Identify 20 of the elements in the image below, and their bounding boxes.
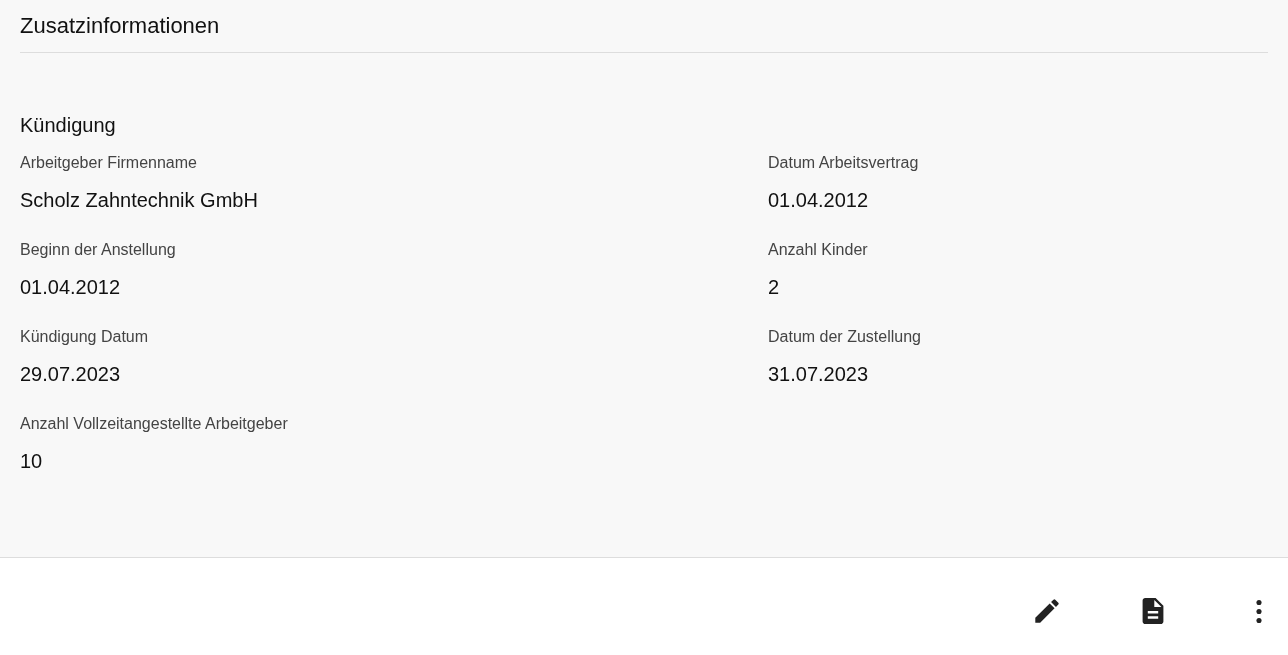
field-label: Kündigung Datum bbox=[20, 327, 150, 348]
field-value: 10 bbox=[20, 449, 44, 474]
field-label: Beginn der Anstellung bbox=[20, 240, 177, 261]
document-icon bbox=[1140, 598, 1166, 624]
field-value: 01.04.2012 bbox=[768, 188, 870, 213]
field-label: Datum der Zustellung bbox=[768, 327, 922, 348]
field-value: 29.07.2023 bbox=[20, 362, 122, 387]
section-heading: Kündigung bbox=[20, 113, 117, 138]
edit-button[interactable] bbox=[1032, 596, 1062, 626]
field-label: Anzahl Vollzeitangestellte Arbeitgeber bbox=[20, 414, 289, 435]
field-value: 31.07.2023 bbox=[768, 362, 870, 387]
field-label: Datum Arbeitsvertrag bbox=[768, 153, 920, 174]
field-value: 2 bbox=[768, 275, 781, 300]
pencil-icon bbox=[1034, 598, 1060, 624]
panel-title: Zusatzinformationen bbox=[20, 12, 221, 40]
field-value: Scholz Zahntechnik GmbH bbox=[20, 188, 259, 213]
field-label: Arbeitgeber Firmenname bbox=[20, 153, 198, 174]
field-value: 01.04.2012 bbox=[20, 275, 122, 300]
field-label: Anzahl Kinder bbox=[768, 240, 869, 261]
more-icon bbox=[1256, 599, 1262, 623]
